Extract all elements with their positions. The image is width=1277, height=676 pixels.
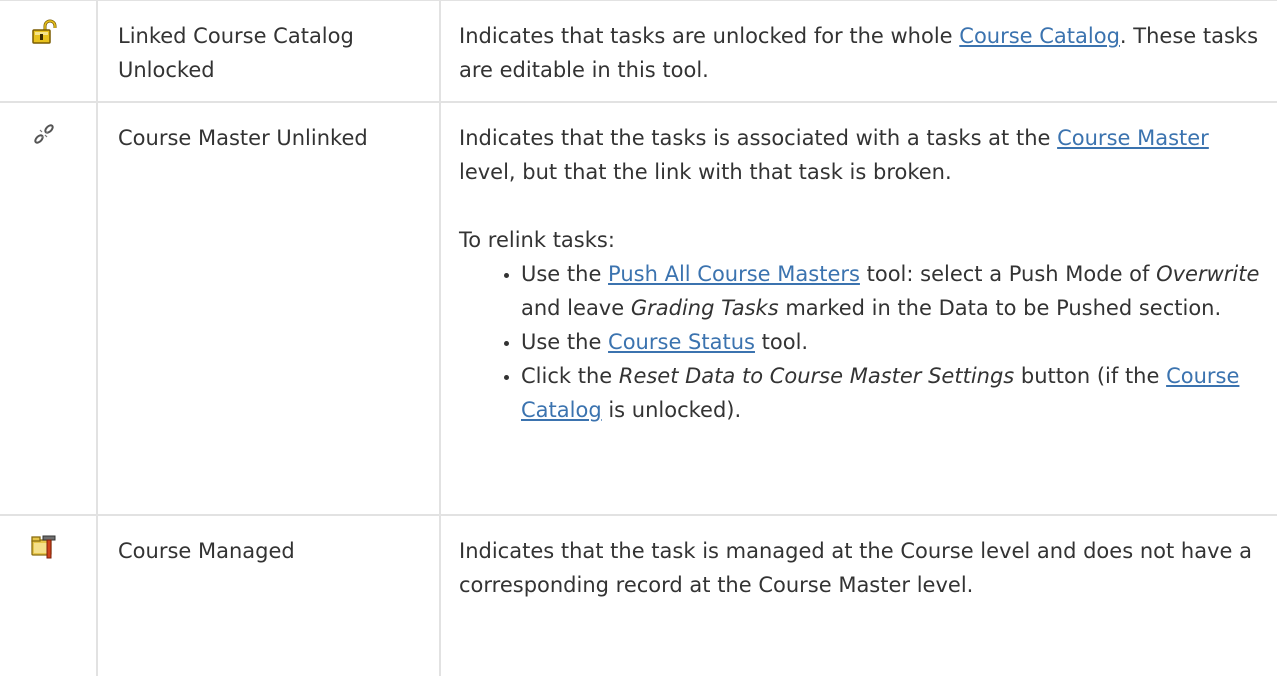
step-text: marked in the Data to be Pushed section. [778, 296, 1222, 320]
table-row: Linked Course Catalog Unlocked Indicates… [0, 0, 1277, 103]
icon-cell [0, 0, 98, 103]
step-text: Click the [521, 364, 619, 388]
reset-button-term: Reset Data to Course Master Settings [618, 364, 1015, 388]
description: Indicates that the task is managed at th… [459, 539, 1252, 597]
course-status-link[interactable]: Course Status [608, 330, 755, 354]
description-text: level, but that the link with that task … [459, 160, 952, 184]
name-cell: Course Managed [96, 514, 441, 676]
description-text: Indicates that tasks are unlocked for th… [459, 24, 960, 48]
step-text: tool: select a Push Mode of [859, 262, 1157, 286]
table-row: Course Master Unlinked Indicates that th… [0, 101, 1277, 516]
step-text: Use the [521, 330, 609, 354]
name-cell: Course Master Unlinked [96, 101, 441, 516]
description-cell: Indicates that the task is managed at th… [439, 514, 1277, 676]
relink-intro: To relink tasks: [459, 228, 615, 252]
list-item: Use the Push All Course Masters tool: se… [521, 257, 1261, 325]
push-mode-term: Overwrite [1156, 262, 1260, 286]
step-text: is unlocked). [601, 398, 742, 422]
step-text: button (if the [1014, 364, 1167, 388]
unlocked-padlock-icon [31, 19, 96, 45]
name-cell: Linked Course Catalog Unlocked [96, 0, 441, 103]
icon-cell [0, 514, 98, 676]
table-row: Course Managed Indicates that the task i… [0, 514, 1277, 676]
list-item: Use the Course Status tool. [521, 325, 1261, 359]
step-text: Use the [521, 262, 609, 286]
description-cell: Indicates that tasks are unlocked for th… [439, 0, 1277, 103]
icon-cell [0, 101, 98, 516]
icon-name: Course Master Unlinked [118, 126, 368, 150]
course-managed-tools-icon [31, 534, 96, 560]
description: Indicates that the tasks is associated w… [459, 121, 1261, 189]
description: Indicates that tasks are unlocked for th… [459, 19, 1261, 87]
description-text: Indicates that the tasks is associated w… [459, 126, 1058, 150]
course-catalog-link[interactable]: Course Catalog [959, 24, 1120, 48]
list-item: Click the Reset Data to Course Master Se… [521, 359, 1261, 427]
push-all-course-masters-link[interactable]: Push All Course Masters [608, 262, 860, 286]
icon-legend-table: Linked Course Catalog Unlocked Indicates… [0, 0, 1277, 676]
relink-steps-list: Use the Push All Course Masters tool: se… [459, 257, 1261, 427]
icon-name: Course Managed [118, 539, 295, 563]
course-master-link[interactable]: Course Master [1057, 126, 1209, 150]
step-text: tool. [754, 330, 809, 354]
description-cell: Indicates that the tasks is associated w… [439, 101, 1277, 516]
grading-tasks-term: Grading Tasks [630, 296, 779, 320]
broken-chain-link-icon [31, 121, 96, 147]
icon-name: Linked Course Catalog Unlocked [118, 24, 354, 82]
step-text: and leave [521, 296, 631, 320]
